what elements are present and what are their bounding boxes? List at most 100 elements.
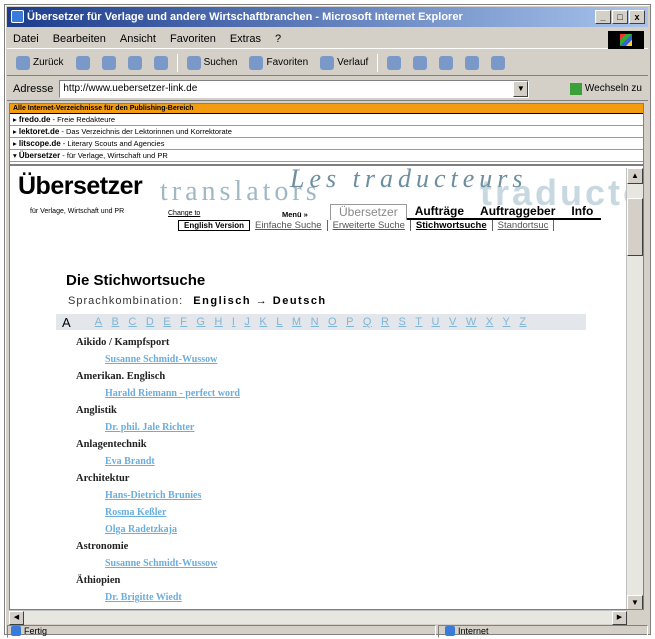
translator-link[interactable]: Hans-Dietrich Brunies [76, 487, 240, 504]
letter-link[interactable]: F [180, 316, 187, 328]
letter-link[interactable]: K [259, 316, 267, 328]
letter-link[interactable]: E [163, 316, 171, 328]
translator-link[interactable]: Rosma Keßler [76, 504, 240, 521]
translator-link[interactable]: Dr. phil. Jale Richter [76, 419, 240, 436]
menu-help[interactable]: ? [275, 33, 281, 45]
letter-link[interactable]: P [346, 316, 354, 328]
go-arrow-icon [569, 82, 582, 95]
stop-button[interactable] [99, 54, 119, 72]
letter-link[interactable]: U [432, 316, 440, 328]
scroll-thumb[interactable] [627, 198, 643, 256]
letter-link[interactable]: M [292, 316, 302, 328]
refresh-button[interactable] [125, 54, 145, 72]
directory-link-lektoret[interactable]: ▸ lektoret.de - Das Verzeichnis der Lekt… [10, 126, 643, 138]
maximize-button[interactable]: □ [612, 10, 628, 24]
letter-link[interactable]: Q [363, 316, 372, 328]
tab-einfache-suche[interactable]: Einfache Suche [250, 220, 328, 231]
letter-link[interactable]: N [311, 316, 319, 328]
discuss-button[interactable] [462, 54, 482, 72]
favorites-icon [249, 55, 264, 70]
print-button[interactable] [410, 54, 430, 72]
translator-link[interactable]: Dr. Brigitte Wiedt [76, 589, 240, 606]
translator-link[interactable]: Harald Riemann - perfect word [76, 385, 240, 402]
address-dropdown-icon[interactable]: ▼ [513, 80, 529, 97]
history-button[interactable]: Verlauf [317, 54, 371, 72]
letter-link[interactable]: L [276, 316, 283, 328]
security-zone: Internet [438, 624, 648, 638]
letter-link[interactable]: T [415, 316, 422, 328]
letter-link[interactable]: Y [503, 316, 511, 328]
translator-link[interactable]: Olga Radetzkaja [76, 521, 240, 538]
translator-link[interactable]: Susanne Schmidt-Wussow [76, 555, 240, 572]
address-input[interactable]: http://www.uebersetzer-link.de ▼ [59, 79, 530, 98]
tab-erweiterte-suche[interactable]: Erweiterte Suche [328, 220, 411, 231]
edit-icon [439, 55, 454, 70]
scroll-left-icon[interactable]: ◀ [9, 611, 24, 625]
favorites-button[interactable]: Favoriten [246, 54, 311, 72]
forward-arrow-icon [75, 55, 90, 70]
home-button[interactable] [151, 54, 171, 72]
tab-info[interactable]: Info [563, 204, 602, 220]
toolbar-separator [176, 53, 178, 72]
menu-bearbeiten[interactable]: Bearbeiten [53, 33, 106, 45]
letter-link[interactable]: B [112, 316, 120, 328]
tab-uebersetzer[interactable]: Übersetzer [330, 204, 407, 220]
letter-link[interactable]: W [466, 316, 477, 328]
windows-logo [608, 31, 644, 49]
close-button[interactable]: x [629, 10, 645, 24]
tab-auftraege[interactable]: Aufträge [406, 204, 473, 220]
letter-link[interactable]: D [146, 316, 154, 328]
refresh-icon [127, 55, 142, 70]
letter-link[interactable]: V [449, 316, 457, 328]
scroll-right-icon[interactable]: ▶ [612, 611, 627, 625]
letter-link[interactable]: S [398, 316, 406, 328]
menu-link[interactable]: Menü » [282, 210, 308, 219]
minimize-button[interactable]: _ [595, 10, 611, 24]
directory-link-litscope[interactable]: ▸ litscope.de - Literary Scouts and Agen… [10, 138, 643, 150]
change-to-link[interactable]: Change to [168, 210, 200, 217]
tab-auftraggeber[interactable]: Auftraggeber [472, 204, 564, 220]
site-logo[interactable]: Übersetzer [18, 172, 143, 201]
letter-link[interactable]: G [196, 316, 205, 328]
directory-link-uebersetzer[interactable]: ▾ Übersetzer - für Verlage, Wirtschaft u… [10, 150, 643, 162]
letter-link[interactable]: C [128, 316, 136, 328]
translator-link[interactable]: Susanne Schmidt-Wussow [76, 351, 240, 368]
search-button[interactable]: Suchen [184, 54, 241, 72]
go-button[interactable]: Wechseln zu [569, 82, 642, 95]
language-combination: Sprachkombination: Englisch → Deutsch [68, 295, 327, 307]
back-button[interactable]: Zurück [13, 54, 67, 72]
tab-standortsuche[interactable]: Standortsuc [493, 220, 555, 231]
address-url: http://www.uebersetzer-link.de [63, 83, 198, 94]
forward-button[interactable] [73, 54, 93, 72]
letter-link[interactable]: A [95, 316, 103, 328]
scroll-down-icon[interactable]: ▼ [627, 595, 643, 609]
internet-zone-icon [445, 626, 455, 636]
letter-link[interactable]: O [328, 316, 337, 328]
title-bar: Übersetzer für Verlage und andere Wirtsc… [7, 7, 648, 27]
mail-button[interactable] [384, 54, 404, 72]
english-version-link[interactable]: English Version [178, 220, 251, 231]
browser-window: Übersetzer für Verlage und andere Wirtsc… [4, 4, 651, 638]
letter-link[interactable]: H [214, 316, 222, 328]
letter-link[interactable]: Z [519, 316, 526, 328]
vertical-scrollbar[interactable]: ▲ ▼ [626, 168, 643, 609]
tab-stichwortsuche[interactable]: Stichwortsuche [411, 220, 493, 231]
menu-datei[interactable]: Datei [13, 33, 39, 45]
edit-button[interactable] [436, 54, 456, 72]
keyword-list: Aikido / Kampfsport Susanne Schmidt-Wuss… [76, 334, 240, 606]
horizontal-scrollbar[interactable]: ◀ ▶ [9, 610, 627, 625]
letter-link[interactable]: I [232, 316, 236, 328]
letter-link[interactable]: J [244, 316, 250, 328]
scroll-up-icon[interactable]: ▲ [627, 168, 643, 184]
menu-extras[interactable]: Extras [230, 33, 261, 45]
menu-ansicht[interactable]: Ansicht [120, 33, 156, 45]
status-text: Fertig [7, 624, 436, 638]
internet-explorer-icon [11, 10, 24, 23]
letter-link[interactable]: X [486, 316, 494, 328]
translator-link[interactable]: Eva Brandt [76, 453, 240, 470]
directory-link-fredo[interactable]: ▸ fredo.de - Freie Redakteure [10, 114, 643, 126]
messenger-button[interactable] [488, 54, 508, 72]
menu-favoriten[interactable]: Favoriten [170, 33, 216, 45]
search-icon [186, 55, 201, 70]
letter-link[interactable]: R [381, 316, 389, 328]
